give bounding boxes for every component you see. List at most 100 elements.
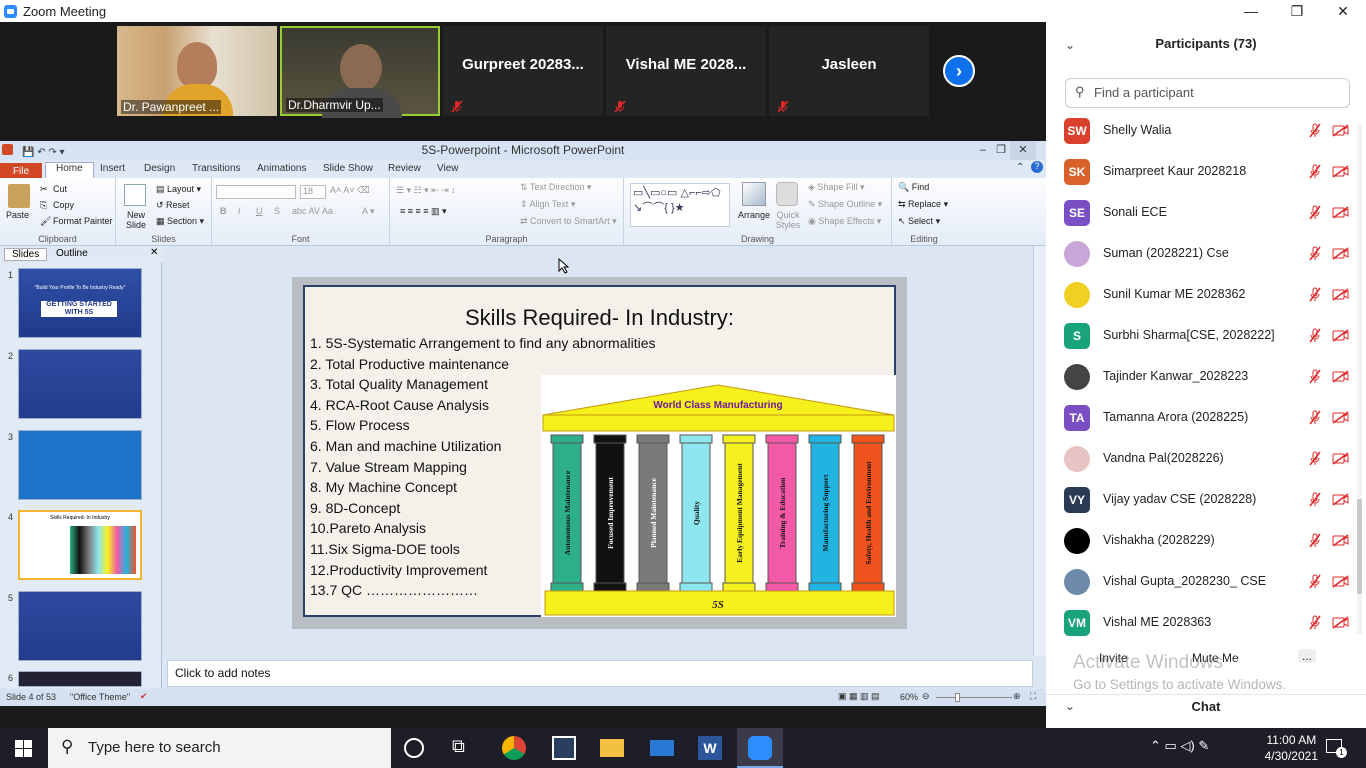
word-icon[interactable]: W (698, 736, 722, 760)
shapes-gallery[interactable]: ▭╲▭○▭ △⌐⌐⇨⬠ ↘⌒⌒{ }★ (630, 183, 730, 227)
tab-insert[interactable]: Insert (100, 163, 125, 174)
minimize-icon[interactable]: – (980, 141, 986, 160)
view-buttons[interactable]: ▣ ▦ ▥ ▤ (838, 691, 880, 702)
name-tile[interactable]: Vishal ME 2028... (606, 26, 766, 116)
chat-header[interactable]: Chat (1046, 699, 1366, 714)
slide-thumbnail[interactable] (18, 349, 142, 419)
name-tile[interactable]: Jasleen (769, 26, 929, 116)
video-off-icon[interactable] (1332, 206, 1349, 219)
paste-button[interactable]: Paste (6, 210, 29, 220)
tab-home[interactable]: Home (45, 162, 94, 178)
tab-slides[interactable]: Slides (4, 248, 48, 261)
notifications-icon[interactable]: 1 (1326, 739, 1347, 758)
shadow-button[interactable]: S (274, 206, 280, 216)
video-tile-active-speaker[interactable]: Dr.Dharmvir Up... (280, 26, 440, 118)
quick-styles-icon[interactable] (776, 182, 798, 206)
participant-row[interactable]: S Surbhi Sharma[CSE, 2028222] (1064, 315, 1349, 355)
shape-effects-button[interactable]: ◉ Shape Effects ▾ (808, 216, 881, 227)
zoom-slider-thumb[interactable] (955, 693, 960, 702)
bullets-icon[interactable]: ☰ ▾ ☷ ▾ ⇤ ⇥ ↕ (396, 185, 456, 196)
video-off-icon[interactable] (1332, 165, 1349, 178)
format-painter-icon[interactable]: 🖌 (40, 216, 51, 227)
video-off-icon[interactable] (1332, 370, 1349, 383)
taskbar-search-box[interactable]: ⚲ Type here to search (48, 728, 391, 768)
tab-review[interactable]: Review (388, 163, 421, 174)
cut-icon[interactable]: ✂ (40, 184, 48, 195)
quick-styles-button[interactable]: Quick Styles (774, 210, 802, 230)
participant-row[interactable]: Vishakha (2028229) (1064, 520, 1349, 560)
list-scrollbar-thumb[interactable] (1357, 499, 1362, 594)
maximize-icon[interactable]: ❐ (1274, 0, 1320, 22)
participant-row[interactable]: SW Shelly Walia (1064, 110, 1349, 150)
align-text-button[interactable]: ⇕ Align Text ▾ (520, 199, 575, 210)
vertical-scrollbar[interactable] (1033, 246, 1046, 656)
participant-row[interactable]: VM Vishal ME 2028363 (1064, 602, 1349, 642)
text-direction-button[interactable]: ⇅ Text Direction ▾ (520, 182, 591, 193)
participant-row[interactable]: Vishal Gupta_2028230_ CSE (1064, 561, 1349, 601)
zoom-taskbar-active[interactable] (737, 728, 783, 768)
video-off-icon[interactable] (1332, 288, 1349, 301)
notes-pane[interactable]: Click to add notes (167, 660, 1033, 687)
section-button[interactable]: ▦ Section ▾ (156, 216, 204, 227)
tab-outline[interactable]: Outline (56, 248, 88, 259)
close-icon[interactable]: ✕ (1010, 141, 1036, 160)
video-tile[interactable]: Dr. Pawanpreet ... (117, 26, 277, 116)
cut-button[interactable]: Cut (53, 184, 67, 194)
convert-smartart-button[interactable]: ⇄ Convert to SmartArt ▾ (520, 216, 617, 227)
mail-icon[interactable] (650, 740, 674, 756)
slide-thumbnail[interactable] (18, 591, 142, 661)
participant-row[interactable]: Sunil Kumar ME 2028362 (1064, 274, 1349, 314)
slide-thumbnail[interactable]: "Build Your Profile To Be Industry Ready… (18, 268, 142, 338)
new-slide-icon[interactable] (124, 184, 146, 206)
grow-font-icon[interactable]: A˄ A˅ ⌫ (330, 185, 370, 196)
underline-button[interactable]: U (256, 206, 263, 216)
clock[interactable]: 11:00 AM 4/30/2021 (1265, 732, 1318, 764)
slide-canvas[interactable]: Skills Required- In Industry: 1. 5S-Syst… (303, 285, 896, 617)
mic-muted-icon[interactable] (1309, 287, 1321, 302)
font-color-button[interactable]: A ▾ (362, 206, 375, 217)
arrange-icon[interactable] (742, 182, 766, 206)
next-page-button[interactable]: › (943, 55, 975, 87)
participant-row[interactable]: VY Vijay yadav CSE (2028228) (1064, 479, 1349, 519)
participant-row[interactable]: SE Sonali ECE (1064, 192, 1349, 232)
help-icon[interactable]: ? (1031, 161, 1043, 173)
mic-muted-icon[interactable] (1309, 410, 1321, 425)
italic-button[interactable]: I (238, 206, 241, 216)
new-slide-button[interactable]: New Slide (120, 210, 152, 230)
participant-row[interactable]: Vandna Pal(2028226) (1064, 438, 1349, 478)
copy-icon[interactable]: ⎘ (40, 200, 47, 211)
tab-transitions[interactable]: Transitions (192, 163, 241, 174)
restore-icon[interactable]: ❐ (996, 141, 1006, 160)
slide-thumbnail[interactable] (18, 671, 142, 687)
video-off-icon[interactable] (1332, 575, 1349, 588)
tab-view[interactable]: View (437, 163, 459, 174)
tab-design[interactable]: Design (144, 163, 175, 174)
video-off-icon[interactable] (1332, 452, 1349, 465)
cortana-icon[interactable] (404, 738, 424, 758)
mic-muted-icon[interactable] (1309, 533, 1321, 548)
find-button[interactable]: 🔍 Find (898, 182, 929, 193)
chrome-icon[interactable] (502, 736, 526, 760)
mic-muted-icon[interactable] (1309, 369, 1321, 384)
mic-muted-icon[interactable] (1309, 164, 1321, 179)
close-panel-icon[interactable]: ✕ (150, 247, 158, 258)
file-explorer-icon[interactable] (600, 739, 624, 757)
store-icon[interactable] (552, 736, 576, 760)
strikethrough-button[interactable]: abc AV Aa (292, 206, 333, 216)
reset-button[interactable]: ↺ Reset (156, 200, 190, 211)
mic-muted-icon[interactable] (1309, 123, 1321, 138)
paste-icon[interactable] (8, 184, 30, 208)
shape-outline-button[interactable]: ✎ Shape Outline ▾ (808, 199, 882, 210)
windows-start-icon[interactable] (15, 740, 32, 757)
video-off-icon[interactable] (1332, 329, 1349, 342)
task-view-icon[interactable]: ⧉ (452, 736, 476, 760)
bold-button[interactable]: B (220, 206, 227, 216)
zoom-slider[interactable] (936, 697, 1012, 698)
font-size-select[interactable]: 18 (300, 185, 326, 199)
participant-row[interactable]: Suman (2028221) Cse (1064, 233, 1349, 273)
mic-muted-icon[interactable] (1309, 451, 1321, 466)
participant-search-input[interactable]: ⚲ Find a participant (1065, 78, 1350, 108)
arrange-button[interactable]: Arrange (738, 210, 770, 220)
name-tile[interactable]: Gurpreet 20283... (443, 26, 603, 116)
align-icons[interactable]: ≡ ≡ ≡ ≡ ▥ ▾ (400, 206, 447, 217)
